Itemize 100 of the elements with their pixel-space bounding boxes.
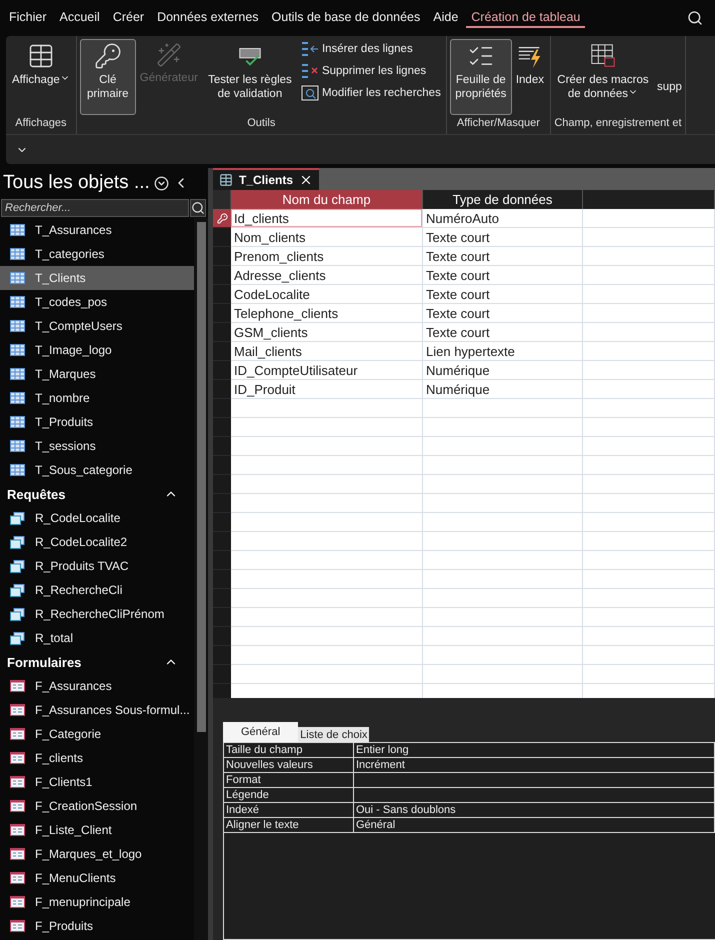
nav-item[interactable]: F_menuprincipale (0, 890, 194, 914)
table-cell[interactable] (423, 475, 583, 494)
table-cell[interactable] (583, 570, 715, 589)
table-cell[interactable] (423, 627, 583, 646)
table-cell[interactable] (423, 589, 583, 608)
table-cell[interactable] (583, 247, 715, 266)
table-cell[interactable]: ID_Produit (231, 380, 423, 399)
property-tab[interactable]: Général (223, 722, 298, 742)
table-cell[interactable] (231, 399, 423, 418)
table-cell[interactable]: Numérique (423, 380, 583, 399)
table-cell[interactable] (423, 665, 583, 684)
table-cell[interactable] (583, 456, 715, 475)
table-cell[interactable]: GSM_clients (231, 323, 423, 342)
document-tab[interactable]: T_Clients (213, 168, 320, 190)
search-button[interactable] (190, 199, 206, 217)
table-cell[interactable]: Numérique (423, 361, 583, 380)
table-cell[interactable]: Prenom_clients (231, 247, 423, 266)
table-cell[interactable] (583, 475, 715, 494)
menu-tab[interactable]: Fichier (4, 8, 52, 28)
nav-item[interactable]: F_Assurances (0, 674, 194, 698)
table-cell[interactable] (583, 494, 715, 513)
section-header[interactable]: Formulaires (0, 650, 194, 674)
table-cell[interactable] (231, 532, 423, 551)
table-cell[interactable] (423, 399, 583, 418)
nav-item[interactable]: F_MenuClients (0, 866, 194, 890)
table-cell[interactable] (231, 570, 423, 589)
table-cell[interactable] (583, 589, 715, 608)
table-cell[interactable] (583, 304, 715, 323)
nav-item[interactable]: R_CodeLocalite (0, 506, 194, 530)
nav-item[interactable]: F_Clients1 (0, 770, 194, 794)
table-cell[interactable] (583, 608, 715, 627)
nav-item[interactable]: F_Produits (0, 914, 194, 938)
table-cell[interactable] (231, 665, 423, 684)
table-cell[interactable] (231, 494, 423, 513)
menu-tab[interactable]: Créer (108, 8, 150, 28)
table-cell[interactable] (231, 589, 423, 608)
nav-item[interactable]: T_Produits (0, 410, 194, 434)
ribbon-button[interactable]: Index (512, 39, 547, 115)
ribbon-button[interactable]: Modifier les recherches (298, 83, 443, 103)
row-selector[interactable] (213, 209, 231, 228)
table-cell[interactable] (583, 266, 715, 285)
table-cell[interactable] (583, 323, 715, 342)
nav-item[interactable]: T_Marques (0, 362, 194, 386)
nav-item[interactable]: T_nombre (0, 386, 194, 410)
nav-item[interactable]: F_Marques_et_logo (0, 842, 194, 866)
table-cell[interactable] (231, 551, 423, 570)
ribbon-button[interactable]: Créer des macros de données (554, 39, 652, 115)
table-cell[interactable] (423, 608, 583, 627)
table-cell[interactable] (423, 646, 583, 665)
ribbon-button[interactable]: Supprimer les lignes (298, 61, 443, 81)
table-cell[interactable] (231, 456, 423, 475)
nav-item[interactable]: R_Produits TVAC (0, 554, 194, 578)
nav-item[interactable]: T_Sous_categorie (0, 458, 194, 482)
nav-item[interactable]: T_sessions (0, 434, 194, 458)
table-cell[interactable]: Texte court (423, 247, 583, 266)
table-cell[interactable] (231, 646, 423, 665)
table-cell[interactable] (231, 513, 423, 532)
table-cell[interactable] (231, 475, 423, 494)
table-cell[interactable] (583, 665, 715, 684)
nav-item[interactable]: F_clients (0, 746, 194, 770)
table-cell[interactable] (583, 228, 715, 247)
nav-item[interactable]: F_Liste_Client (0, 818, 194, 842)
table-cell[interactable] (583, 285, 715, 304)
nav-item[interactable]: R_RechercheCliPrénom (0, 602, 194, 626)
property-value[interactable]: Entier long (354, 743, 715, 758)
ribbon-button[interactable]: Tester les règles de validation (202, 39, 298, 115)
table-cell[interactable] (231, 418, 423, 437)
table-cell[interactable]: Texte court (423, 304, 583, 323)
table-cell[interactable] (583, 380, 715, 399)
nav-item[interactable]: T_Assurances (0, 218, 194, 242)
search-field[interactable]: Rechercher... (1, 199, 189, 217)
nav-item[interactable]: F_CreationSession (0, 794, 194, 818)
property-tab[interactable]: Liste de choix (298, 727, 370, 742)
table-cell[interactable] (583, 551, 715, 570)
menu-tab[interactable]: Données externes (152, 8, 264, 28)
nav-item[interactable]: T_Image_logo (0, 338, 194, 362)
table-cell[interactable]: ID_CompteUtilisateur (231, 361, 423, 380)
table-cell[interactable] (423, 532, 583, 551)
table-cell[interactable]: Adresse_clients (231, 266, 423, 285)
ribbon-button[interactable]: supp (652, 39, 682, 117)
table-cell[interactable] (423, 418, 583, 437)
ribbon-button[interactable]: Insérer des lignes (298, 39, 443, 59)
table-cell[interactable] (423, 437, 583, 456)
section-header[interactable]: Requêtes (0, 482, 194, 506)
table-cell[interactable] (423, 494, 583, 513)
nav-item[interactable]: R_RechercheCli (0, 578, 194, 602)
property-value[interactable] (354, 773, 715, 788)
nav-item[interactable]: T_codes_pos (0, 290, 194, 314)
table-cell[interactable] (423, 456, 583, 475)
table-cell[interactable] (583, 627, 715, 646)
ribbon-button[interactable]: Feuille de propriétés (450, 39, 512, 115)
property-value[interactable]: Oui - Sans doublons (354, 803, 715, 818)
table-cell[interactable] (423, 570, 583, 589)
table-cell[interactable] (583, 532, 715, 551)
table-cell[interactable] (583, 646, 715, 665)
table-cell[interactable]: Texte court (423, 323, 583, 342)
ribbon-button[interactable]: Affichage (9, 39, 73, 115)
table-cell[interactable]: Lien hypertexte (423, 342, 583, 361)
nav-item[interactable]: T_CompteUsers (0, 314, 194, 338)
ribbon-button[interactable]: Clé primaire (80, 39, 136, 115)
